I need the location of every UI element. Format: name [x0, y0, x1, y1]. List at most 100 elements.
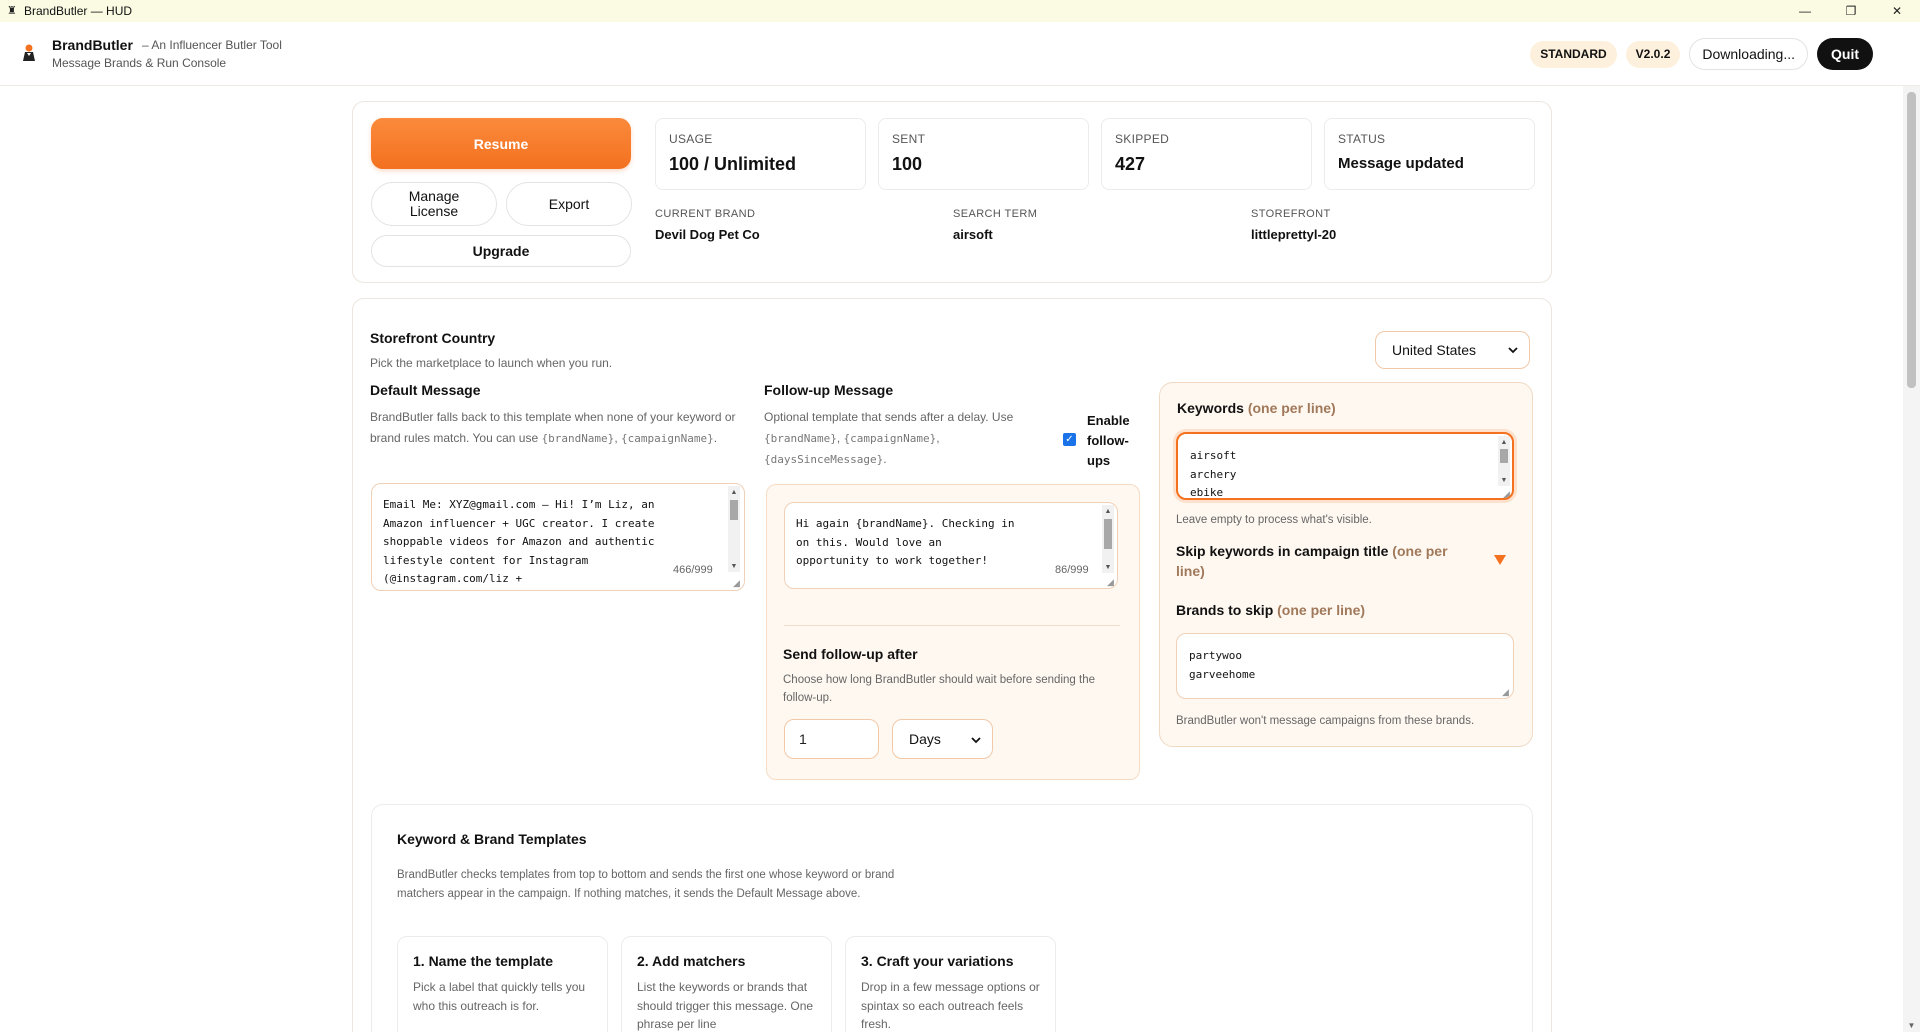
scroll-thumb[interactable] — [1500, 449, 1508, 463]
page-scrollbar[interactable]: ▼ — [1903, 86, 1920, 1032]
token-brandname: {brandName} — [541, 432, 615, 445]
brands-skip-help: BrandButler won't message campaigns from… — [1176, 715, 1475, 727]
scroll-down-icon[interactable]: ▼ — [1498, 474, 1510, 486]
default-message-scrollbar[interactable]: ▲ ▼ — [728, 486, 740, 572]
send-after-title: Send follow-up after — [783, 646, 918, 662]
meta-label: STOREFRONT — [1251, 208, 1331, 220]
stat-value: Message updated — [1338, 155, 1464, 172]
header-actions: STANDARD V2.0.2 Downloading... Quit — [1530, 38, 1873, 70]
manage-license-button[interactable]: Manage License — [371, 182, 497, 226]
keywords-title-text: Keywords — [1177, 400, 1244, 416]
step-desc: Pick a label that quickly tells you who … — [413, 980, 586, 1013]
step-desc: Drop in a few message options or spintax… — [861, 980, 1040, 1031]
templates-desc: BrandButler checks templates from top to… — [397, 869, 895, 900]
meta-value: littleprettyl-20 — [1251, 227, 1337, 242]
meta-label: SEARCH TERM — [953, 208, 1038, 220]
maximize-icon[interactable]: ❐ — [1828, 0, 1874, 22]
resume-button[interactable]: Resume — [371, 118, 631, 169]
scroll-down-icon[interactable]: ▼ — [1102, 561, 1114, 573]
app-window-icon: ♜ — [7, 5, 17, 17]
default-message-text: Email Me: XYZ@gmail.com – Hi! I’m Liz, a… — [383, 498, 655, 585]
resize-handle-icon[interactable]: ◢ — [1503, 490, 1512, 499]
butler-logo-icon — [23, 44, 35, 61]
enable-followups-label[interactable]: Enable follow-ups — [1087, 411, 1137, 471]
manage-license-label: Manage License — [408, 188, 460, 219]
desc-sep: , — [836, 431, 844, 445]
app-subtitle: Message Brands & Run Console — [52, 56, 227, 70]
run-console-card: Resume Manage License Export Upgrade USA… — [352, 101, 1552, 283]
meta-value: airsoft — [953, 227, 993, 242]
meta-storefront: STOREFRONT littleprettyl-20 — [1251, 208, 1336, 242]
template-step-matchers: 2. Add matchers List the keywords or bra… — [621, 936, 832, 1032]
brands-skip-title-text: Brands to skip — [1176, 602, 1274, 618]
storefront-country-select[interactable]: United States — [1375, 331, 1530, 369]
window-titlebar: ♜ BrandButler — HUD — ❐ ✕ — [0, 0, 1920, 22]
enable-followups-checkbox[interactable]: ✓ — [1063, 433, 1076, 446]
scroll-up-icon[interactable]: ▲ — [1498, 436, 1510, 448]
followup-message-textarea[interactable]: Hi again {brandName}. Checking in on thi… — [784, 502, 1118, 589]
keywords-title-hint: (one per line) — [1247, 400, 1336, 416]
desc-text: Optional template that sends after a del… — [764, 410, 1014, 424]
keywords-textarea[interactable]: airsoft archery ebike ▲ ▼ ◢ — [1176, 432, 1514, 500]
download-button[interactable]: Downloading... — [1689, 38, 1808, 70]
templates-title: Keyword & Brand Templates — [397, 831, 587, 847]
send-after-desc: Choose how long BrandButler should wait … — [783, 674, 1095, 704]
minimize-icon[interactable]: — — [1782, 0, 1828, 22]
scroll-thumb[interactable] — [730, 500, 738, 520]
stat-value: 100 / Unlimited — [669, 154, 797, 174]
desc-sep: , — [936, 431, 940, 445]
window-title: BrandButler — HUD — [24, 4, 133, 18]
skip-keywords-title[interactable]: Skip keywords in campaign title (one per… — [1176, 541, 1466, 581]
desc-sep: , — [614, 431, 621, 445]
followup-title: Follow-up Message — [764, 382, 894, 398]
scroll-up-icon[interactable]: ▲ — [1102, 505, 1114, 517]
stat-sent: SENT 100 — [878, 118, 1089, 190]
stat-label: STATUS — [1338, 132, 1386, 146]
followup-delay-unit-select[interactable]: Days — [892, 719, 993, 759]
brands-skip-textarea[interactable]: partywoo garveehome ◢ — [1176, 633, 1514, 699]
close-icon[interactable]: ✕ — [1874, 0, 1920, 22]
triangle-down-icon[interactable] — [1494, 554, 1506, 566]
chevron-down-icon — [971, 737, 981, 744]
upgrade-button[interactable]: Upgrade — [371, 235, 631, 267]
token-campaignname: {campaignName} — [843, 432, 937, 445]
meta-search-term: SEARCH TERM airsoft — [953, 208, 1037, 242]
storefront-country-value: United States — [1392, 342, 1477, 358]
stat-value: 427 — [1115, 154, 1146, 174]
resize-handle-icon[interactable]: ◢ — [733, 579, 742, 588]
keywords-help: Leave empty to process what's visible. — [1176, 514, 1372, 526]
desc-end: . — [713, 431, 718, 445]
desc-end: . — [883, 452, 887, 466]
meta-value: Devil Dog Pet Co — [655, 227, 760, 242]
plan-badge: STANDARD — [1530, 40, 1617, 68]
followup-message-counter: 86/999 — [1051, 563, 1093, 577]
keywords-scrollbar[interactable]: ▲ ▼ — [1498, 436, 1510, 486]
token-campaignname: {campaignName} — [620, 432, 714, 445]
scroll-down-icon[interactable]: ▼ — [728, 560, 740, 572]
page-scrollbar-thumb[interactable] — [1907, 92, 1916, 388]
stat-usage: USAGE 100 / Unlimited — [655, 118, 866, 190]
skip-keywords-title-text: Skip keywords in campaign title — [1176, 543, 1389, 559]
resize-handle-icon[interactable]: ◢ — [1502, 688, 1511, 697]
default-message-textarea[interactable]: Email Me: XYZ@gmail.com – Hi! I’m Liz, a… — [371, 483, 745, 591]
stat-value: 100 — [892, 154, 923, 174]
brands-skip-title: Brands to skip (one per line) — [1176, 602, 1365, 618]
followup-message-scrollbar[interactable]: ▲ ▼ — [1102, 505, 1114, 573]
export-button[interactable]: Export — [506, 182, 632, 226]
followup-delay-unit-value: Days — [909, 731, 941, 747]
app-name: BrandButler — [52, 37, 133, 53]
followup-divider — [784, 625, 1120, 626]
keywords-title: Keywords (one per line) — [1177, 400, 1336, 416]
scroll-thumb[interactable] — [1104, 519, 1112, 549]
scroll-down-icon[interactable]: ▼ — [1903, 1018, 1920, 1032]
scroll-up-icon[interactable]: ▲ — [728, 486, 740, 498]
stat-label: SENT — [892, 132, 926, 146]
step-title: 1. Name the template — [413, 953, 554, 969]
meta-current-brand: CURRENT BRAND Devil Dog Pet Co — [655, 208, 760, 242]
step-title: 2. Add matchers — [637, 953, 746, 969]
window-controls: — ❐ ✕ — [1782, 0, 1920, 22]
resize-handle-icon[interactable]: ◢ — [1107, 578, 1116, 587]
followup-delay-input[interactable]: 1 — [784, 719, 879, 759]
quit-button[interactable]: Quit — [1817, 38, 1873, 70]
token-dayssincemessage: {daysSinceMessage} — [764, 453, 884, 466]
